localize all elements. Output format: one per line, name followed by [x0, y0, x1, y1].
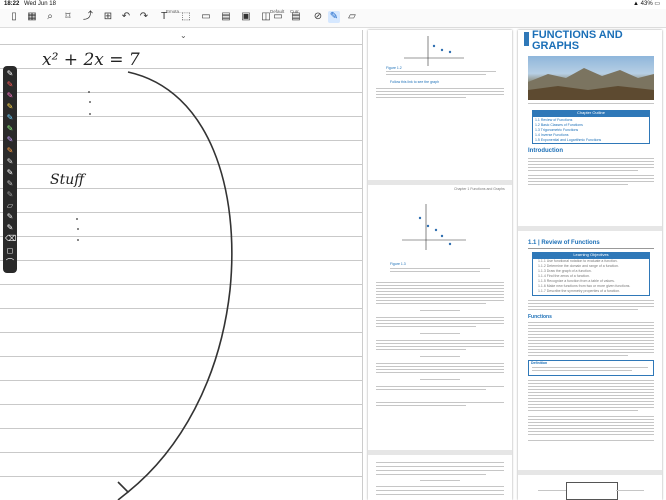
- shape-tool-icon[interactable]: ◻: [5, 246, 15, 256]
- outline-item-1[interactable]: 1.1 Review of Functions: [535, 118, 572, 122]
- search-icon[interactable]: ⌕: [44, 11, 56, 23]
- marker-tool-icon[interactable]: ✎: [5, 212, 15, 222]
- ink-strokes: [76, 71, 233, 500]
- battery-icon: [610, 11, 622, 23]
- highlighter-icon[interactable]: ▱: [346, 11, 358, 23]
- objective-5: 1.1.5 Recognize a function from a table …: [538, 279, 615, 283]
- outline-item-5[interactable]: 1.5 Exponential and Logarithmic Function…: [535, 138, 601, 142]
- definition-label: Definition: [531, 361, 548, 365]
- share-icon[interactable]: ⤴: [82, 11, 94, 23]
- objective-2: 1.1.2 Determine the domain and range of …: [538, 264, 619, 268]
- eraser-tool-icon[interactable]: ⌫: [5, 234, 16, 244]
- battery-percent: 43%: [640, 1, 653, 7]
- undo-icon[interactable]: ↶: [120, 11, 132, 23]
- pen-yellow-icon[interactable]: ✎: [5, 102, 15, 112]
- lasso-tool-icon[interactable]: ⌒: [5, 258, 15, 268]
- thumbnails-icon[interactable]: ▦: [26, 11, 38, 23]
- view-icon[interactable]: ▭: [272, 11, 284, 23]
- follow-link[interactable]: Follow this link to see the graph: [390, 80, 439, 84]
- add-page-icon[interactable]: ⊞: [102, 11, 114, 23]
- crop-icon[interactable]: ⬚: [180, 11, 192, 23]
- bookmark-icon[interactable]: ⌑: [62, 11, 74, 23]
- chapter-title-line2: GRAPHS: [532, 40, 580, 52]
- functions-heading: Functions: [528, 314, 552, 320]
- pen-red-icon[interactable]: ✎: [5, 80, 15, 90]
- text-select-icon[interactable]: T: [158, 11, 170, 23]
- pen-palette: ✎ ✎ ✎ ✎ ✎ ✎ ✎ ✎ ✎ ✎ ✎ ✎ ▱ ✎ ✎ ⌫ ◻ ⌒: [3, 66, 17, 273]
- graph-figure-main: [402, 204, 466, 250]
- objective-4: 1.1.4 Find the zeros of a function.: [538, 274, 590, 278]
- battery-indicator: ▲ 43% ▭: [633, 1, 660, 7]
- status-date: Wed Jun 18: [24, 1, 56, 7]
- outline-item-3[interactable]: 1.3 Trigonometric Functions: [535, 128, 578, 132]
- zoom-icon[interactable]: ▤: [290, 11, 302, 23]
- page-icon[interactable]: ▭: [200, 11, 212, 23]
- pen-blue-icon[interactable]: ✎: [5, 113, 15, 123]
- pen-darkgrey-icon[interactable]: ✎: [5, 190, 15, 200]
- outline-item-4[interactable]: 1.4 Inverse Functions: [535, 133, 568, 137]
- status-bar: 18:22 Wed Jun 18 ▲ 43% ▭: [0, 0, 666, 9]
- chapter-header: Chapter 1 Functions and Graphs: [454, 187, 505, 191]
- pen-pink-icon[interactable]: ✎: [5, 91, 15, 101]
- figure-caption-2: Figure 1.3: [390, 262, 406, 266]
- pen-purple-icon[interactable]: ✎: [5, 135, 15, 145]
- image-icon[interactable]: ▣: [240, 11, 252, 23]
- toolbar: ▯ ▦ ⌕ ⌑ ⤴ ⊞ ↶ ↷ Emota... T ⬚ ▭ ▤ ▣ ◫ Def…: [0, 9, 666, 28]
- pen-grey-icon[interactable]: ✎: [5, 157, 15, 167]
- objective-3: 1.1.3 Draw the graph of a function.: [538, 269, 592, 273]
- chapter-photo: [528, 56, 654, 100]
- objective-6: 1.1.6 Make new functions from two or mor…: [538, 284, 631, 288]
- graph-figure-top: [404, 36, 464, 66]
- redo-icon[interactable]: ↷: [138, 11, 150, 23]
- status-time: 18:22: [4, 1, 20, 7]
- function-machine-diagram: [566, 482, 618, 500]
- pen-white-icon[interactable]: ✎: [5, 168, 15, 178]
- pen-silver-icon[interactable]: ✎: [5, 179, 15, 189]
- objective-1: 1.1.1 Use functional notation to evaluat…: [538, 259, 618, 263]
- outline-item-2[interactable]: 1.2 Basic Classes of Functions: [535, 123, 583, 127]
- introduction-heading: Introduction: [528, 148, 563, 154]
- pen-tool-icon[interactable]: ✎: [5, 69, 15, 79]
- pdf-page-right[interactable]: FUNCTIONS AND GRAPHS Chapter Outline 1.1…: [518, 30, 662, 500]
- objective-7: 1.1.7 Describe the symmetry properties o…: [538, 289, 621, 293]
- highlighter-tool-icon[interactable]: ▱: [5, 201, 15, 211]
- notebook-page[interactable]: ⌄ x² + 2x = 7 Stuff: [0, 30, 363, 500]
- brush-tool-icon[interactable]: ✎: [5, 223, 15, 233]
- lasso-icon[interactable]: ⊘: [312, 11, 324, 23]
- sidebar-icon[interactable]: ▯: [8, 11, 20, 23]
- section-heading: 1.1 | Review of Functions: [528, 240, 600, 246]
- pen-green-icon[interactable]: ✎: [5, 124, 15, 134]
- figure-caption-1: Figure 1.2: [386, 66, 402, 70]
- pen-orange-icon[interactable]: ✎: [5, 146, 15, 156]
- layout-icon[interactable]: ▤: [220, 11, 232, 23]
- pdf-page-middle[interactable]: Figure 1.2 Follow this link to see the g…: [368, 30, 512, 500]
- pen-icon[interactable]: ✎: [328, 11, 340, 23]
